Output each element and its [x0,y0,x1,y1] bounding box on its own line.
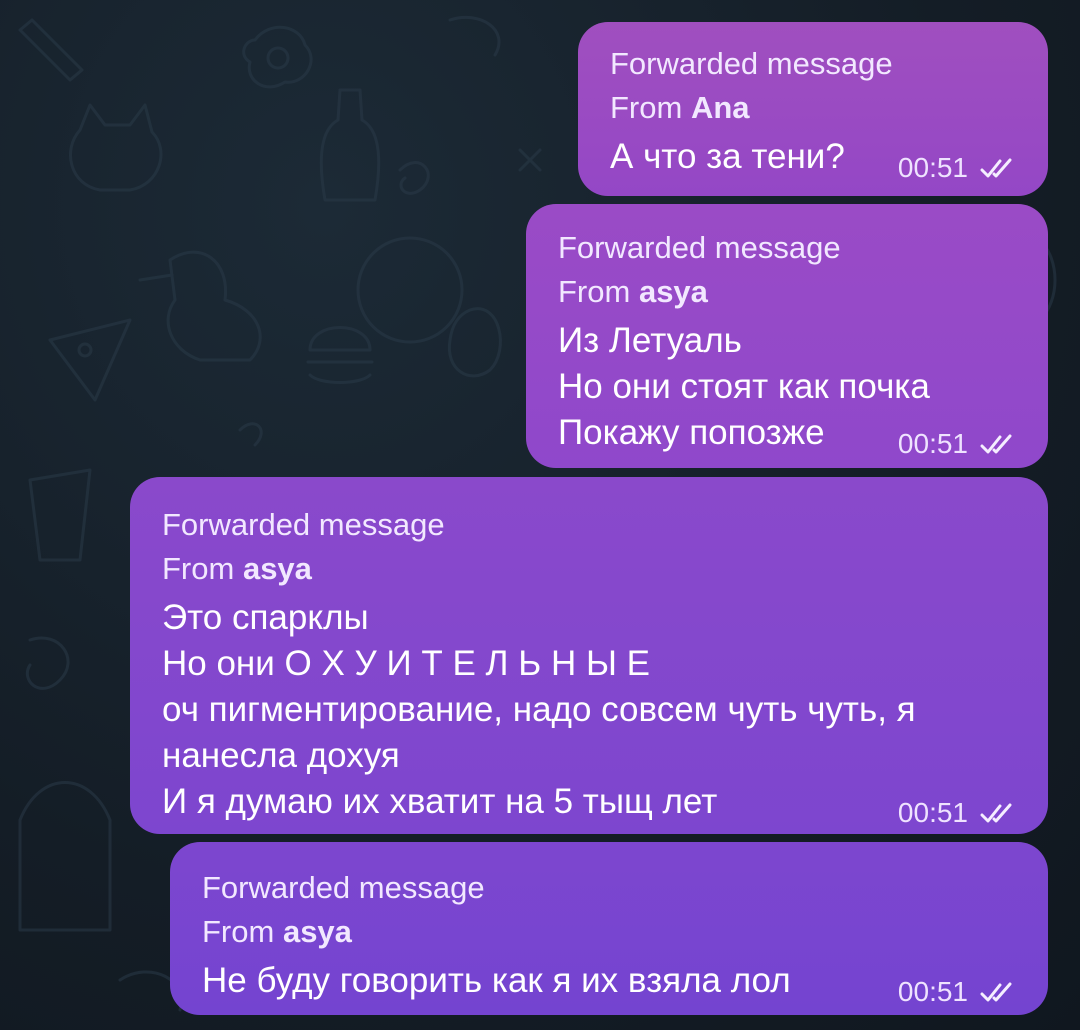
forwarded-from: From Ana [610,86,1018,130]
message-meta: 00:51 [898,968,1018,1007]
forwarded-label: Forwarded message [558,230,841,265]
forwarded-label: Forwarded message [202,870,485,905]
message-text: Но они О Х У И Т Е Л Ь Н Ы Е [162,644,651,683]
message-text: Из Летуаль [558,321,742,360]
forwarded-from-prefix: From [558,274,631,309]
forwarded-from-name[interactable]: asya [243,551,312,586]
forwarded-from: From asya [558,270,1018,314]
forwarded-from-name[interactable]: asya [283,914,352,949]
message-text: Покажу попозже [558,413,825,452]
message-bubble[interactable]: Forwarded message From asya Это спарклы … [130,477,1048,834]
message-bubble[interactable]: Forwarded message From asya Из Летуаль Н… [526,204,1048,468]
forwarded-from-prefix: From [610,90,683,125]
message-meta: 00:51 [898,420,1018,459]
message-text: И я думаю их хватит на 5 тыщ лет [162,782,718,821]
forwarded-from-prefix: From [202,914,275,949]
message-time: 00:51 [897,152,968,183]
message-time: 00:51 [897,797,968,828]
message-bubble[interactable]: Forwarded message From Ana А что за тени… [578,22,1048,196]
message-bubble[interactable]: Forwarded message From asya Не буду гово… [170,842,1048,1015]
read-double-check-icon [980,158,1012,178]
read-double-check-icon [980,434,1012,454]
forwarded-label: Forwarded message [610,46,893,81]
forwarded-from-name[interactable]: Ana [691,90,750,125]
message-text: оч пигментирование, надо совсем чуть чут… [162,690,916,729]
message-time: 00:51 [897,428,968,459]
read-double-check-icon [980,803,1012,823]
forwarded-from: From asya [202,910,1018,954]
message-text: А что за тени? [610,137,845,176]
read-double-check-icon [980,982,1012,1002]
message-time: 00:51 [897,976,968,1007]
message-meta: 00:51 [898,144,1018,183]
message-meta: 00:51 [898,789,1018,828]
forwarded-from-name[interactable]: asya [639,274,708,309]
message-text: Не буду говорить как я их взяла лол [202,961,791,1000]
message-text: нанесла дохуя [162,736,400,775]
forwarded-label: Forwarded message [162,507,445,542]
message-text: Но они стоят как почка [558,367,930,406]
forwarded-from-prefix: From [162,551,235,586]
message-text: Это спарклы [162,598,369,637]
forwarded-from: From asya [162,547,1018,591]
